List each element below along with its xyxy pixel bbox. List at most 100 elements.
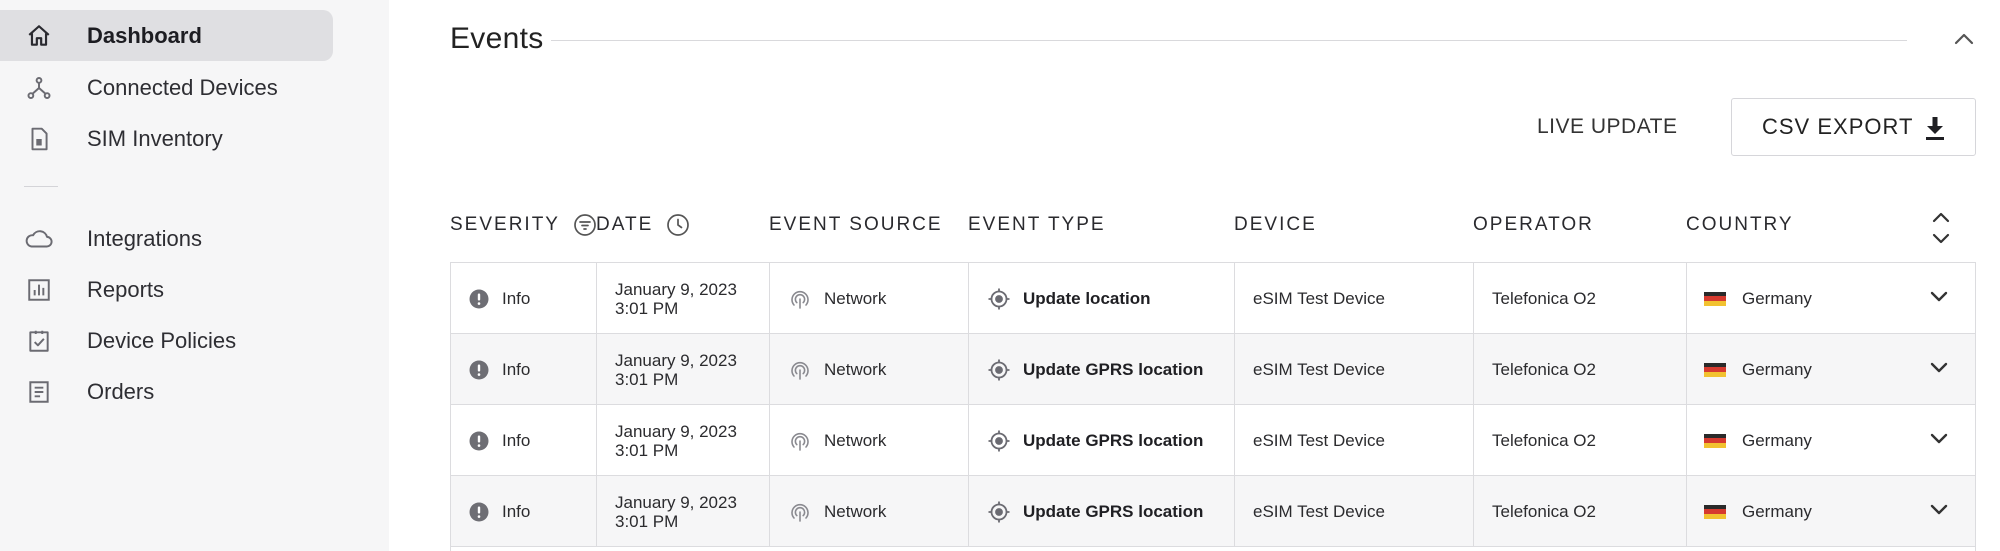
operator-cell: Telefonica O2	[1474, 334, 1687, 405]
date-line: January 9, 2023	[615, 421, 737, 441]
date-cell: January 9, 2023 3:01 PM	[597, 405, 770, 476]
location-target-icon	[988, 430, 1010, 451]
info-icon	[469, 502, 489, 521]
table-row[interactable]: Info January 9, 2023 3:01 PM Network Upd…	[451, 405, 1975, 476]
page-title: Events	[450, 22, 544, 55]
expand-collapse-all-button[interactable]	[1929, 207, 1953, 251]
location-target-icon	[988, 501, 1010, 522]
sidebar-divider	[24, 186, 58, 187]
sidebar-item-label: Connected Devices	[87, 74, 278, 100]
location-target-icon	[988, 288, 1010, 309]
column-header-date: DATE	[596, 212, 691, 238]
row-expand-button[interactable]	[1926, 285, 1952, 311]
signal-icon	[791, 432, 809, 451]
sidebar-item-label: Device Policies	[87, 327, 237, 353]
sidebar-item-integrations[interactable]: Integrations	[0, 213, 333, 264]
column-header-device: DEVICE	[1234, 212, 1317, 238]
column-header-operator: OPERATOR	[1473, 212, 1594, 238]
operator-cell: Telefonica O2	[1474, 476, 1687, 547]
bar-chart-icon	[24, 275, 54, 305]
sidebar-item-label: Orders	[87, 378, 155, 404]
info-icon	[469, 360, 489, 379]
home-icon	[24, 21, 54, 51]
country-label: Germany	[1742, 359, 1812, 379]
operator-label: Telefonica O2	[1492, 430, 1596, 450]
column-header-severity: SEVERITY	[450, 212, 598, 238]
event-source-cell: Network	[770, 334, 969, 405]
event-type-cell: Update GPRS location	[969, 334, 1235, 405]
event-type-cell: Update GPRS location	[969, 405, 1235, 476]
download-icon	[1922, 114, 1948, 142]
signal-icon	[791, 290, 809, 309]
time-line: 3:01 PM	[615, 298, 679, 318]
event-source-cell: Network	[770, 263, 969, 334]
severity-cell: Info	[451, 405, 597, 476]
row-expand-button[interactable]	[1926, 498, 1952, 524]
info-icon	[469, 431, 489, 450]
date-line: January 9, 2023	[615, 492, 737, 512]
column-header-event-source: EVENT SOURCE	[769, 212, 943, 238]
table-row[interactable]: Info January 9, 2023 3:01 PM Network Upd…	[451, 334, 1975, 405]
event-type-cell: Update GPRS location	[969, 476, 1235, 547]
severity-cell: Info	[451, 263, 597, 334]
chevron-down-icon	[1929, 431, 1949, 449]
operator-label: Telefonica O2	[1492, 359, 1596, 379]
date-cell: January 9, 2023 3:01 PM	[597, 263, 770, 334]
event-source-label: Network	[824, 288, 887, 308]
chevron-up-down-icon	[1929, 212, 1953, 255]
device-cell: eSIM Test Device	[1235, 476, 1474, 547]
live-update-toggle[interactable]: LIVE UPDATE	[1537, 112, 1687, 142]
sidebar-item-dashboard[interactable]: Dashboard	[0, 10, 333, 61]
event-source-label: Network	[824, 501, 887, 521]
device-label: eSIM Test Device	[1253, 359, 1385, 379]
severity-cell: Info	[451, 334, 597, 405]
sidebar-item-label: SIM Inventory	[87, 125, 223, 151]
sidebar-item-connected-devices[interactable]: Connected Devices	[0, 62, 333, 113]
event-source-label: Network	[824, 359, 887, 379]
table-row[interactable]: Info January 9, 2023 3:01 PM Network Upd…	[451, 476, 1975, 547]
filter-icon[interactable]	[572, 212, 598, 238]
country-label: Germany	[1742, 430, 1812, 450]
severity-label: Info	[502, 430, 531, 450]
sidebar-item-reports[interactable]: Reports	[0, 264, 333, 315]
csv-export-label: CSV EXPORT	[1762, 114, 1914, 139]
date-cell: January 9, 2023 3:01 PM	[597, 476, 770, 547]
time-line: 3:01 PM	[615, 440, 679, 460]
csv-export-button[interactable]: CSV EXPORT	[1731, 98, 1976, 156]
column-label: EVENT TYPE	[968, 214, 1106, 235]
country-label: Germany	[1742, 501, 1812, 521]
row-expand-button[interactable]	[1926, 427, 1952, 453]
sidebar-item-orders[interactable]: Orders	[0, 366, 333, 417]
event-type-cell: Update location	[969, 263, 1235, 334]
sidebar-item-sim-inventory[interactable]: SIM Inventory	[0, 113, 333, 164]
column-label: OPERATOR	[1473, 214, 1594, 235]
event-type-label: Update GPRS location	[1023, 430, 1204, 450]
sidebar-item-label: Dashboard	[87, 22, 202, 48]
chevron-down-icon	[1929, 289, 1949, 307]
chevron-down-icon	[1929, 502, 1949, 520]
info-icon	[469, 289, 489, 308]
date-cell: January 9, 2023 3:01 PM	[597, 334, 770, 405]
date-line: January 9, 2023	[615, 279, 737, 299]
receipt-icon	[24, 377, 54, 407]
signal-icon	[791, 361, 809, 380]
time-line: 3:01 PM	[615, 369, 679, 389]
operator-label: Telefonica O2	[1492, 501, 1596, 521]
row-expand-button[interactable]	[1926, 356, 1952, 382]
sidebar-item-label: Integrations	[87, 225, 202, 251]
cloud-icon	[24, 224, 54, 254]
severity-label: Info	[502, 501, 531, 521]
sidebar-item-device-policies[interactable]: Device Policies	[0, 315, 333, 366]
event-source-cell: Network	[770, 405, 969, 476]
table-row[interactable]: Info January 9, 2023 3:01 PM Network Upd…	[451, 263, 1975, 334]
column-label: SEVERITY	[450, 214, 560, 235]
event-type-label: Update GPRS location	[1023, 501, 1204, 521]
collapse-button[interactable]	[1951, 28, 1977, 54]
device-label: eSIM Test Device	[1253, 430, 1385, 450]
clock-icon[interactable]	[665, 212, 691, 238]
event-type-label: Update GPRS location	[1023, 359, 1204, 379]
operator-cell: Telefonica O2	[1474, 263, 1687, 334]
sim-card-icon	[24, 124, 54, 154]
severity-label: Info	[502, 359, 531, 379]
germany-flag-icon	[1704, 362, 1726, 377]
